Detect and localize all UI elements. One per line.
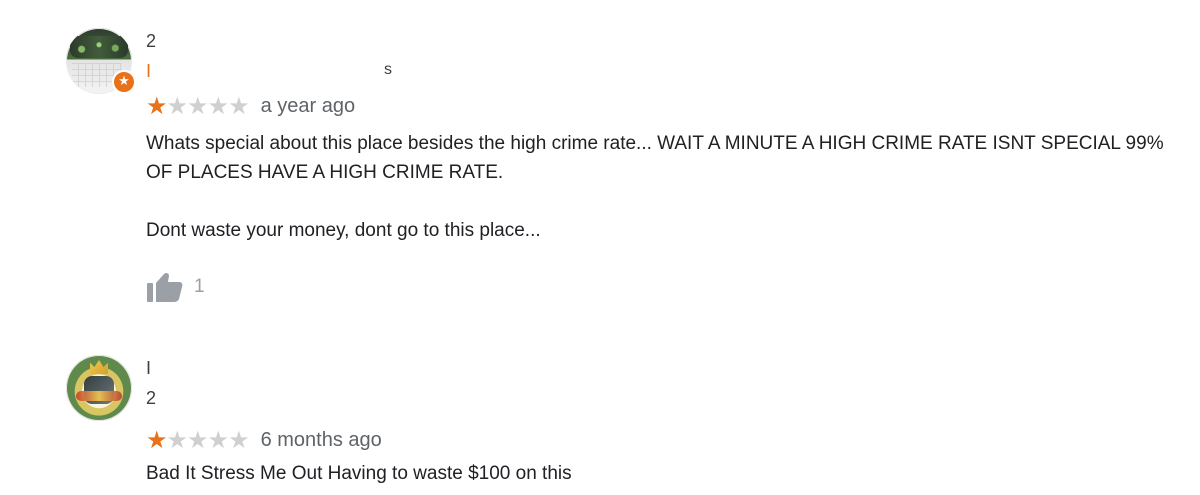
- reviewer-name[interactable]: 2: [146, 31, 157, 52]
- avatar-stripe-shape: [76, 391, 122, 401]
- empty-star-icon: ★: [228, 92, 249, 120]
- empty-star-icon: ★: [187, 92, 208, 120]
- empty-star-icon: ★: [207, 92, 229, 120]
- empty-star-icon: ★: [166, 92, 188, 120]
- empty-star-icon: ★: [228, 426, 249, 454]
- review-time: 6 months ago: [260, 428, 382, 451]
- reviewer-subline: 2: [146, 388, 406, 412]
- avatar-crown-shape: [90, 360, 108, 374]
- reviewer-subline-tail: s: [384, 61, 392, 78]
- star-rating: ★★★★★: [146, 426, 250, 454]
- empty-star-icon: ★: [207, 426, 229, 454]
- thumbs-up-icon: [146, 271, 184, 303]
- review-time: a year ago: [260, 94, 356, 117]
- filled-star-icon: ★: [146, 92, 167, 120]
- rating-row: ★★★★★ 6 months ago: [146, 428, 382, 452]
- review-text: Bad It Stress Me Out Having to waste $10…: [146, 463, 572, 484]
- reviewer-subline: I s: [146, 61, 406, 85]
- like-count: 1: [194, 276, 205, 297]
- filled-star-icon: ★: [146, 426, 167, 454]
- like-button[interactable]: 1: [146, 271, 205, 303]
- rating-row: ★★★★★ a year ago: [146, 94, 355, 118]
- review-text: Whats special about this place besides t…: [146, 133, 1164, 241]
- reviewer-subline-text: I: [146, 61, 152, 81]
- reviewer-name[interactable]: I: [146, 358, 152, 379]
- empty-star-icon: ★: [187, 426, 208, 454]
- avatar-image-scene: [70, 36, 128, 58]
- local-guide-badge-icon: ★: [112, 70, 136, 94]
- reviewer-subline-text: 2: [146, 388, 157, 408]
- empty-star-icon: ★: [166, 426, 188, 454]
- avatar[interactable]: [66, 355, 132, 421]
- star-rating: ★★★★★: [146, 92, 250, 120]
- reviews-page: ★ 2 I s ★★★★★ a year ago Whats special a…: [0, 0, 1200, 495]
